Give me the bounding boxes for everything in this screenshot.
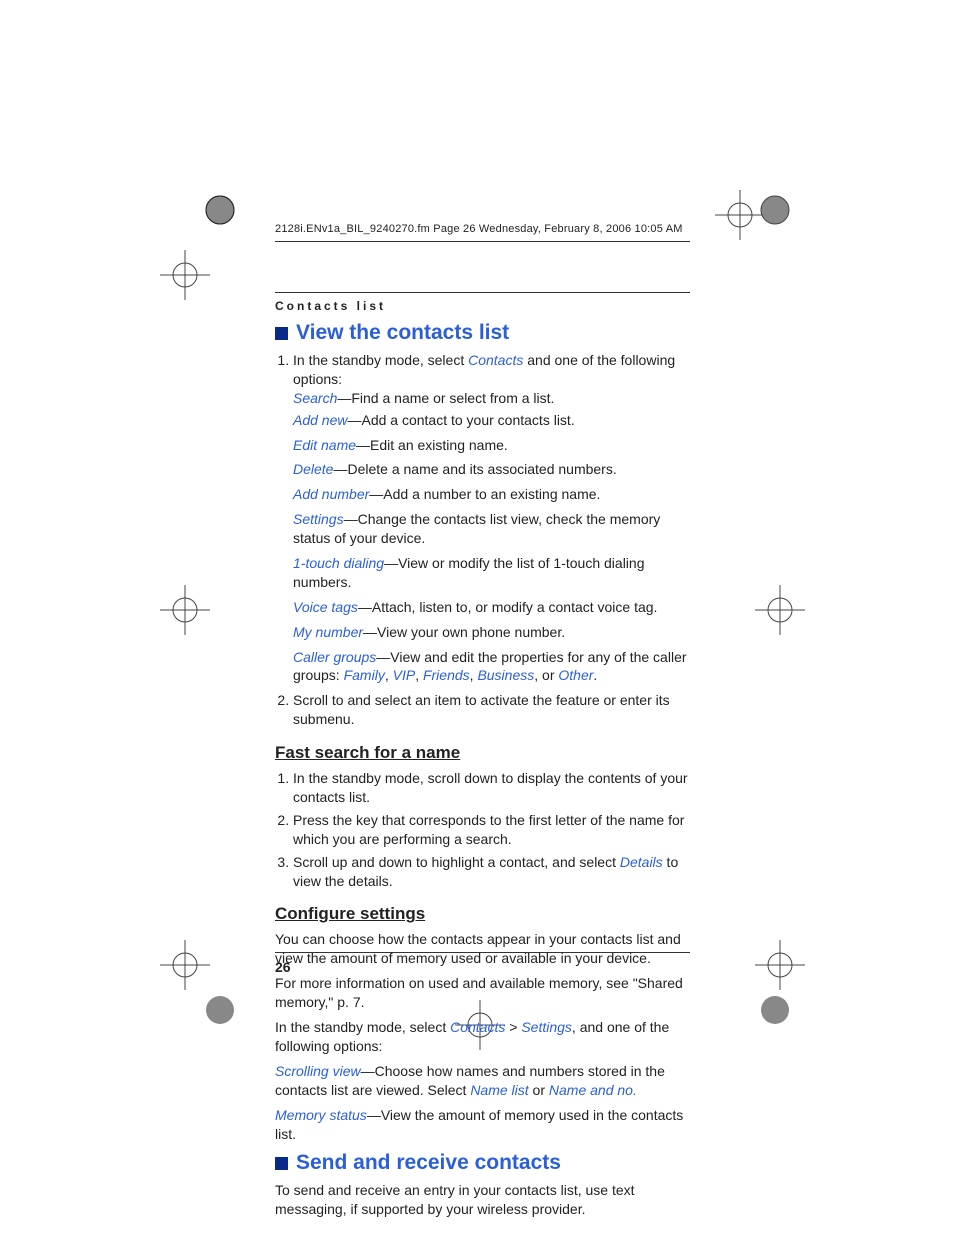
option-line-caller-groups: Caller groups—View and edit the properti… (293, 648, 690, 686)
registration-mark-icon (160, 585, 210, 635)
list-item: In the standby mode, select Contacts and… (293, 351, 690, 685)
list-item: Scroll up and down to highlight a contac… (293, 853, 690, 891)
section-header: Contacts list (275, 299, 690, 313)
option-line: Search—Find a name or select from a list… (293, 389, 690, 408)
registration-mark-icon (200, 990, 240, 1030)
square-bullet-icon (275, 1157, 288, 1170)
registration-mark-icon (160, 250, 210, 300)
registration-mark-icon (200, 190, 240, 230)
section2-steps: In the standby mode, scroll down to disp… (293, 769, 690, 890)
heading-fast-search: Fast search for a name (275, 743, 690, 763)
option-line: Delete—Delete a name and its associated … (293, 460, 690, 479)
body-text: For more information on used and availab… (275, 974, 690, 1012)
option-line: Add number—Add a number to an existing n… (293, 485, 690, 504)
doc-header-line: 2128i.ENv1a_BIL_9240270.fm Page 26 Wedne… (275, 223, 690, 242)
list-item: In the standby mode, scroll down to disp… (293, 769, 690, 807)
heading-view-contacts: View the contacts list (275, 321, 690, 345)
link-contacts: Contacts (468, 352, 523, 368)
heading-configure-settings: Configure settings (275, 904, 690, 924)
heading-text: View the contacts list (296, 321, 509, 344)
option-line: Settings—Change the contacts list view, … (293, 510, 690, 548)
option-line: Scrolling view—Choose how names and numb… (275, 1062, 690, 1100)
section1-steps: In the standby mode, select Contacts and… (293, 351, 690, 729)
registration-mark-icon (755, 585, 805, 635)
body-text: In the standby mode, select Contacts > S… (275, 1018, 690, 1056)
registration-mark-icon (755, 990, 795, 1030)
heading-text: Send and receive contacts (296, 1151, 561, 1174)
page-content: 2128i.ENv1a_BIL_9240270.fm Page 26 Wedne… (275, 223, 690, 1225)
square-bullet-icon (275, 327, 288, 340)
registration-mark-icon (755, 190, 795, 230)
option-line: Voice tags—Attach, listen to, or modify … (293, 598, 690, 617)
option-line: 1-touch dialing—View or modify the list … (293, 554, 690, 592)
option-line: My number—View your own phone number. (293, 623, 690, 642)
registration-mark-icon (755, 940, 805, 990)
option-line: Edit name—Edit an existing name. (293, 436, 690, 455)
option-line: Add new—Add a contact to your contacts l… (293, 411, 690, 430)
page-number: 26 (275, 952, 690, 975)
registration-mark-icon (160, 940, 210, 990)
rule (275, 292, 690, 293)
list-item: Press the key that corresponds to the fi… (293, 811, 690, 849)
body-text: To send and receive an entry in your con… (275, 1181, 690, 1219)
list-item: Scroll to and select an item to activate… (293, 691, 690, 729)
heading-send-receive: Send and receive contacts (275, 1151, 690, 1175)
option-line: Memory status—View the amount of memory … (275, 1106, 690, 1144)
